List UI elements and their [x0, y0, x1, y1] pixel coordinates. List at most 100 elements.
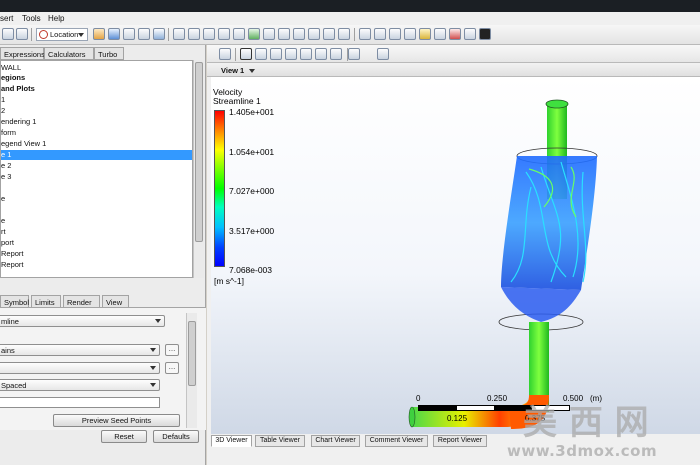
reset-button[interactable]: Reset — [101, 430, 147, 443]
chevron-down-icon[interactable] — [249, 69, 255, 73]
tab-table-viewer[interactable]: Table Viewer — [255, 435, 305, 447]
reset-label: Reset — [114, 432, 134, 441]
watermark-chinese: 美 西 网 — [523, 403, 649, 443]
note-icon[interactable] — [419, 28, 431, 40]
streamline-icon[interactable] — [123, 28, 135, 40]
max-points-field[interactable] — [0, 397, 160, 408]
chevron-down-icon — [150, 348, 156, 352]
tree-item[interactable] — [1, 183, 192, 193]
tree-item[interactable]: port — [1, 238, 192, 248]
domains-browse-button[interactable]: … — [165, 344, 179, 356]
redo-icon[interactable] — [16, 28, 28, 40]
select-cursor-icon[interactable] — [219, 48, 231, 60]
tree-item[interactable]: rt — [1, 227, 192, 237]
menu-help[interactable]: Help — [48, 14, 64, 23]
text-label-icon[interactable] — [308, 28, 320, 40]
toolbar-separator — [354, 28, 355, 41]
tree-item[interactable]: endering 1 — [1, 117, 192, 127]
table-icon[interactable] — [263, 28, 275, 40]
tab-comment-viewer[interactable]: Comment Viewer — [365, 435, 428, 447]
zoom-fit-icon[interactable] — [330, 48, 342, 60]
clip-plane-icon[interactable] — [188, 28, 200, 40]
watermark-url: www.3dmox.com — [507, 442, 658, 460]
details-scrollbar[interactable] — [186, 313, 197, 428]
tree-item[interactable]: WALL — [1, 63, 192, 73]
command-editor-icon[interactable] — [479, 28, 491, 40]
tree-item-selected[interactable]: e 1 — [1, 150, 192, 160]
clock-icon[interactable] — [359, 28, 371, 40]
zoom-in-icon[interactable] — [285, 48, 297, 60]
tab-calculators[interactable]: Calculators — [44, 47, 94, 60]
viewer-toolbar — [207, 45, 700, 63]
preview-seed-points-label: Preview Seed Points — [81, 416, 152, 425]
scale-label: 0 — [416, 394, 421, 403]
view-label[interactable]: View 1 — [221, 66, 244, 75]
tree-item[interactable]: and Plots — [1, 84, 192, 94]
tab-report-viewer[interactable]: Report Viewer — [433, 435, 487, 447]
particle-track-icon[interactable] — [138, 28, 150, 40]
tree-item[interactable]: Report — [1, 249, 192, 259]
defaults-button[interactable]: Defaults — [153, 430, 199, 443]
tree-item[interactable]: e — [1, 194, 192, 204]
type-select[interactable]: mline — [0, 315, 165, 327]
start-from-select[interactable] — [0, 362, 160, 374]
details-panel: mline ains … … Spaced Preview Seed Point… — [0, 307, 206, 430]
menu-tools[interactable]: Tools — [22, 14, 41, 23]
variable-icon[interactable] — [218, 28, 230, 40]
vector-icon[interactable] — [93, 28, 105, 40]
tree-item[interactable]: e 2 — [1, 161, 192, 171]
undo-icon[interactable] — [2, 28, 14, 40]
tree-item[interactable]: e — [1, 216, 192, 226]
preview-seed-points-button[interactable]: Preview Seed Points — [53, 414, 180, 427]
tree-item[interactable]: 2 — [1, 106, 192, 116]
polyline-icon[interactable] — [278, 28, 290, 40]
instance-transform-icon[interactable] — [338, 28, 350, 40]
export-icon[interactable] — [434, 28, 446, 40]
text-icon[interactable] — [173, 28, 185, 40]
location-button[interactable]: Location — [36, 28, 88, 41]
camera-icon[interactable] — [389, 28, 401, 40]
fit-view-icon[interactable] — [315, 48, 327, 60]
probe-icon[interactable] — [404, 28, 416, 40]
inlet-pipe-end — [408, 406, 416, 428]
tree-scrollbar[interactable] — [193, 60, 204, 278]
tree-item[interactable]: e 3 — [1, 172, 192, 182]
animation-icon[interactable] — [374, 28, 386, 40]
volume-render-icon[interactable] — [153, 28, 165, 40]
tree-item[interactable] — [1, 205, 192, 215]
tree-item[interactable]: egions — [1, 73, 192, 83]
tree-scrollbar-thumb[interactable] — [195, 62, 203, 242]
menu-bar: sert Tools Help — [0, 12, 700, 25]
pan-icon[interactable] — [255, 48, 267, 60]
outlet-pipe-end — [545, 99, 569, 109]
zoom-icon[interactable] — [270, 48, 282, 60]
chevron-down-icon — [150, 383, 156, 387]
contour-icon[interactable] — [108, 28, 120, 40]
tree-item[interactable]: 1 — [1, 95, 192, 105]
viewport-layout-icon[interactable] — [348, 48, 360, 60]
tab-chart-viewer[interactable]: Chart Viewer — [311, 435, 360, 447]
report-icon[interactable] — [449, 28, 461, 40]
tab-turbo[interactable]: Turbo — [94, 47, 124, 60]
tab-3d-viewer[interactable]: 3D Viewer — [211, 435, 252, 447]
color-map-icon[interactable] — [203, 28, 215, 40]
3d-viewport[interactable]: Velocity Streamline 1 1.405e+001 1.054e+… — [211, 77, 700, 443]
tree-item[interactable]: form — [1, 128, 192, 138]
help-cursor-icon[interactable] — [377, 48, 389, 60]
legend-icon[interactable] — [233, 28, 245, 40]
chart-icon[interactable] — [248, 28, 260, 40]
start-from-browse-button[interactable]: … — [165, 362, 179, 374]
window-titlebar — [0, 0, 700, 12]
tree-item[interactable]: Report — [1, 260, 192, 270]
menu-insert[interactable]: sert — [0, 14, 13, 23]
domains-select[interactable]: ains — [0, 344, 160, 356]
coordinate-frame-icon[interactable] — [323, 28, 335, 40]
zoom-box-icon[interactable] — [300, 48, 312, 60]
tree-item[interactable]: egend View 1 — [1, 139, 192, 149]
macro-icon[interactable] — [464, 28, 476, 40]
surface-group-icon[interactable] — [293, 28, 305, 40]
details-scrollbar-thumb[interactable] — [188, 321, 196, 386]
rotate-icon[interactable] — [240, 48, 252, 60]
sampling-select[interactable]: Spaced — [0, 379, 160, 391]
tab-expressions[interactable]: Expressions — [0, 47, 45, 60]
